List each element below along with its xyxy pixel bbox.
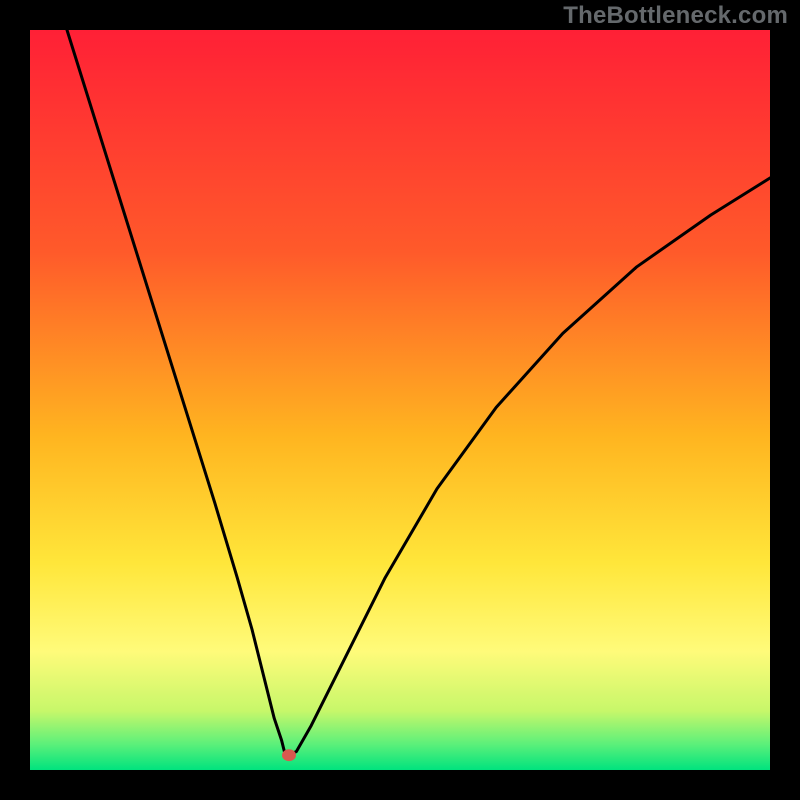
chart-container: TheBottleneck.com xyxy=(0,0,800,800)
optimal-point-marker xyxy=(282,749,296,761)
watermark-text: TheBottleneck.com xyxy=(563,2,788,30)
plot-area xyxy=(30,30,770,770)
chart-background xyxy=(30,30,770,770)
chart-svg xyxy=(30,30,770,770)
